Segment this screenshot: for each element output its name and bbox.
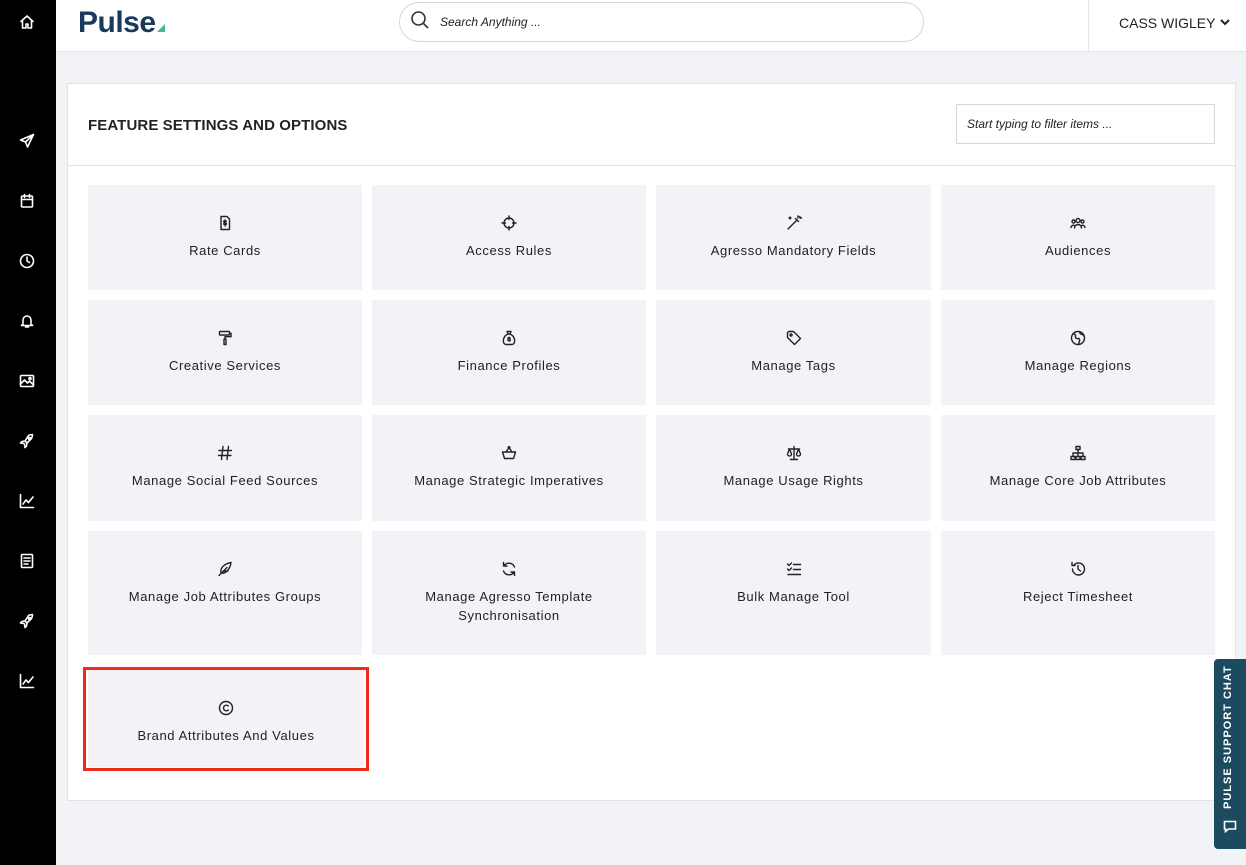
filter-input[interactable] — [956, 104, 1215, 144]
trend-chart-icon[interactable] — [16, 670, 38, 692]
search-icon — [410, 10, 430, 35]
top-bar: Pulse CASS WIGLEY — [56, 0, 1246, 52]
clock-icon[interactable] — [16, 250, 38, 272]
rocket-icon[interactable] — [16, 610, 38, 632]
tile-label: Finance Profiles — [457, 358, 561, 373]
paint-roller-icon — [216, 329, 234, 347]
user-name: CASS WIGLEY — [1119, 15, 1216, 31]
user-menu[interactable]: CASS WIGLEY — [1119, 15, 1231, 31]
money-bag-icon — [500, 329, 518, 347]
chevron-down-icon — [1219, 15, 1231, 31]
tile-manage-tags[interactable]: Manage Tags — [656, 300, 931, 405]
tile-audiences[interactable]: Audiences — [941, 185, 1215, 290]
basket-icon — [500, 444, 518, 462]
book-icon[interactable] — [16, 550, 38, 572]
tile-label: Creative Services — [168, 358, 282, 373]
globe-icon — [1069, 329, 1087, 347]
tile-manage-regions[interactable]: Manage Regions — [941, 300, 1215, 405]
search-bar[interactable] — [399, 2, 924, 42]
hierarchy-icon — [1069, 444, 1087, 462]
page-title: FEATURE SETTINGS AND OPTIONS — [88, 117, 348, 134]
tile-manage-usage-rights[interactable]: Manage Usage Rights — [656, 415, 931, 521]
tile-manage-core-job-attributes[interactable]: Manage Core Job Attributes — [941, 415, 1215, 521]
tile-label: Access Rules — [466, 243, 552, 258]
bell-icon[interactable] — [16, 310, 38, 332]
checklist-icon — [785, 560, 803, 578]
tile-label: Manage Job Attributes Groups — [128, 589, 322, 604]
magic-wand-icon — [785, 214, 803, 232]
tile-manage-social-feed-sources[interactable]: Manage Social Feed Sources — [88, 415, 362, 521]
image-icon[interactable] — [16, 370, 38, 392]
search-input[interactable] — [440, 15, 900, 29]
tile-label: Rate Cards — [189, 243, 261, 258]
tile-reject-timesheet[interactable]: Reject Timesheet — [941, 531, 1215, 655]
tile-label: Manage Tags — [751, 358, 836, 373]
sidebar — [0, 0, 56, 865]
tile-label: Agresso Mandatory Fields — [710, 243, 877, 258]
logo-accent — [156, 24, 165, 32]
tile-brand-attributes-and-values[interactable]: Brand Attributes And Values — [88, 670, 364, 767]
tile-label: Manage Usage Rights — [723, 473, 864, 488]
rate-card-icon — [216, 214, 234, 232]
calendar-icon[interactable] — [16, 190, 38, 212]
home-icon[interactable] — [16, 11, 38, 33]
hashtag-icon — [216, 444, 234, 462]
tile-label: Audiences — [1044, 243, 1112, 258]
support-chat-label: PULSE SUPPORT CHAT — [1222, 665, 1234, 809]
tile-rate-cards[interactable]: Rate Cards — [88, 185, 362, 290]
header-divider — [1088, 0, 1089, 52]
tile-label: Bulk Manage Tool — [737, 589, 850, 604]
tile-label: Manage Agresso Template Synchronisation — [425, 589, 593, 623]
tile-agresso-mandatory-fields[interactable]: Agresso Mandatory Fields — [656, 185, 931, 290]
history-icon — [1069, 560, 1087, 578]
tile-finance-profiles[interactable]: Finance Profiles — [372, 300, 646, 405]
pulse-logo[interactable]: Pulse — [78, 6, 165, 40]
tile-access-rules[interactable]: Access Rules — [372, 185, 646, 290]
scale-icon — [785, 444, 803, 462]
tile-creative-services[interactable]: Creative Services — [88, 300, 362, 405]
panel-header: FEATURE SETTINGS AND OPTIONS — [68, 84, 1235, 166]
tile-label: Manage Regions — [1024, 358, 1132, 373]
send-icon[interactable] — [16, 130, 38, 152]
tile-label: Manage Core Job Attributes — [989, 473, 1167, 488]
tag-icon — [785, 329, 803, 347]
tile-label: Manage Strategic Imperatives — [414, 473, 604, 488]
feather-icon — [216, 560, 234, 578]
tile-manage-agresso-template-synchronisation[interactable]: Manage Agresso Template Synchronisation — [372, 531, 646, 655]
tile-label: Reject Timesheet — [1022, 589, 1134, 604]
crosshair-icon — [500, 214, 518, 232]
support-chat-tab[interactable]: PULSE SUPPORT CHAT — [1214, 659, 1246, 849]
sync-icon — [500, 560, 518, 578]
tile-label: Manage Social Feed Sources — [131, 473, 319, 488]
tile-label: Brand Attributes And Values — [137, 728, 315, 743]
rocket-icon[interactable] — [16, 430, 38, 452]
people-icon — [1069, 214, 1087, 232]
tile-manage-job-attributes-groups[interactable]: Manage Job Attributes Groups — [88, 531, 362, 655]
copyright-icon — [217, 699, 235, 717]
trend-chart-icon[interactable] — [16, 490, 38, 512]
tile-manage-strategic-imperatives[interactable]: Manage Strategic Imperatives — [372, 415, 646, 521]
tile-bulk-manage-tool[interactable]: Bulk Manage Tool — [656, 531, 931, 655]
